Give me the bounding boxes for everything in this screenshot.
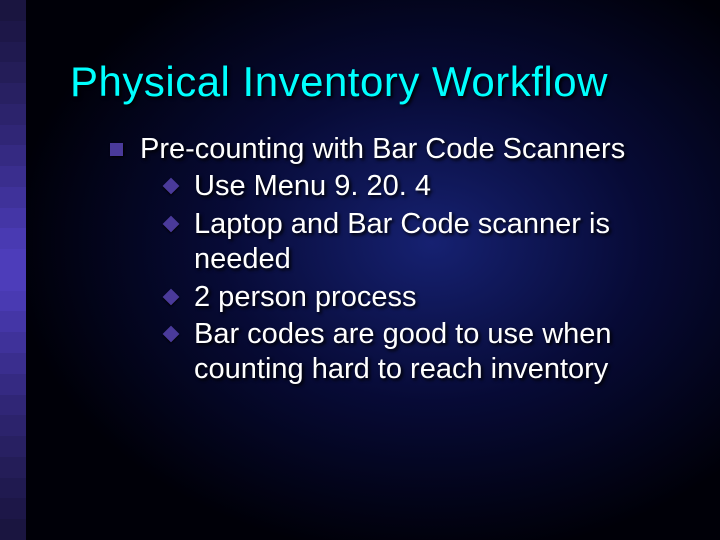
stripe-square [0, 395, 26, 416]
stripe-square [0, 0, 26, 21]
stripe-square [0, 478, 26, 499]
stripe-square [0, 332, 26, 353]
slide: Physical Inventory Workflow Pre-counting… [0, 0, 720, 540]
stripe-square [0, 125, 26, 146]
stripe-square [0, 62, 26, 83]
slide-body: Pre-counting with Bar Code Scanners Use … [110, 132, 690, 388]
bullet-level1: Pre-counting with Bar Code Scanners Use … [110, 132, 690, 388]
stripe-square [0, 436, 26, 457]
bullet-level2: 2 person process [164, 280, 690, 315]
stripe-square [0, 457, 26, 478]
stripe-square [0, 166, 26, 187]
square-bullet-icon [110, 143, 123, 156]
diamond-bullet-icon [163, 178, 180, 195]
slide-content: Physical Inventory Workflow Pre-counting… [70, 58, 690, 392]
stripe-square [0, 353, 26, 374]
stripe-square [0, 104, 26, 125]
stripe-square [0, 228, 26, 249]
bullet-level2: Bar codes are good to use when counting … [164, 317, 690, 388]
slide-title: Physical Inventory Workflow [70, 58, 690, 106]
stripe-square [0, 270, 26, 291]
bullet-level2: Laptop and Bar Code scanner is needed [164, 207, 690, 278]
stripe-square [0, 311, 26, 332]
bullet-text: Pre-counting with Bar Code Scanners [140, 133, 625, 165]
stripe-square [0, 498, 26, 519]
sub-bullet-text: Bar codes are good to use when counting … [194, 318, 612, 385]
stripe-square [0, 208, 26, 229]
stripe-square [0, 187, 26, 208]
stripe-square [0, 291, 26, 312]
stripe-square [0, 249, 26, 270]
stripe-square [0, 145, 26, 166]
sub-bullet-text: Use Menu 9. 20. 4 [194, 170, 431, 202]
stripe-square [0, 374, 26, 395]
stripe-square [0, 83, 26, 104]
diamond-bullet-icon [163, 288, 180, 305]
bullet-level2: Use Menu 9. 20. 4 [164, 169, 690, 204]
sub-bullet-text: Laptop and Bar Code scanner is needed [194, 208, 610, 275]
diamond-bullet-icon [163, 215, 180, 232]
stripe-square [0, 519, 26, 540]
decorative-left-stripe [0, 0, 26, 540]
stripe-square [0, 21, 26, 42]
stripe-square [0, 415, 26, 436]
diamond-bullet-icon [163, 325, 180, 342]
stripe-square [0, 42, 26, 63]
sub-bullet-text: 2 person process [194, 281, 416, 313]
